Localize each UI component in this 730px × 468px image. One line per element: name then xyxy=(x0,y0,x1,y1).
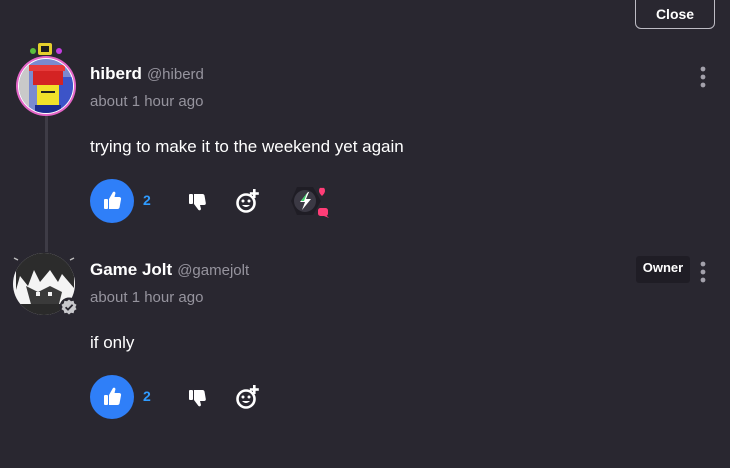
author-handle[interactable]: @gamejolt xyxy=(177,262,249,279)
author-row: Game Jolt @gamejolt xyxy=(90,260,249,280)
thumbs-up-icon xyxy=(104,387,122,405)
thumbs-down-icon[interactable] xyxy=(186,386,208,408)
add-reaction-icon[interactable] xyxy=(234,187,262,215)
like-button[interactable] xyxy=(90,375,134,419)
author-name[interactable]: Game Jolt xyxy=(90,260,172,280)
avatar-image xyxy=(16,43,76,116)
comment-thread-view: Close hiberd @hiberd about 1 hour ago tr… xyxy=(0,0,730,468)
owner-badge: Owner xyxy=(636,256,690,283)
timestamp[interactable]: about 1 hour ago xyxy=(90,93,203,110)
like-count[interactable]: 2 xyxy=(143,192,151,208)
chat-bubble-icon xyxy=(318,208,328,216)
avatar[interactable] xyxy=(16,43,76,116)
thread-connector-line xyxy=(45,116,48,252)
verified-check-icon xyxy=(59,297,79,317)
author-name[interactable]: hiberd xyxy=(90,64,142,84)
sticker-reaction[interactable] xyxy=(283,179,339,223)
author-handle[interactable]: @hiberd xyxy=(147,66,204,83)
heart-icon xyxy=(319,187,325,196)
thumbs-up-icon xyxy=(104,191,122,209)
more-vertical-icon[interactable] xyxy=(696,66,710,88)
like-count[interactable]: 2 xyxy=(143,388,151,404)
timestamp[interactable]: about 1 hour ago xyxy=(90,289,203,306)
add-reaction-icon[interactable] xyxy=(234,383,262,411)
like-button[interactable] xyxy=(90,179,134,223)
author-row: hiberd @hiberd xyxy=(90,64,204,84)
more-vertical-icon[interactable] xyxy=(696,261,710,283)
comment-body: if only xyxy=(90,333,135,352)
thumbs-down-icon[interactable] xyxy=(186,190,208,212)
comment-body: trying to make it to the weekend yet aga… xyxy=(90,137,404,156)
bolt-sticker-icon xyxy=(291,187,329,218)
close-button[interactable]: Close xyxy=(635,0,715,29)
avatar[interactable] xyxy=(12,252,79,318)
